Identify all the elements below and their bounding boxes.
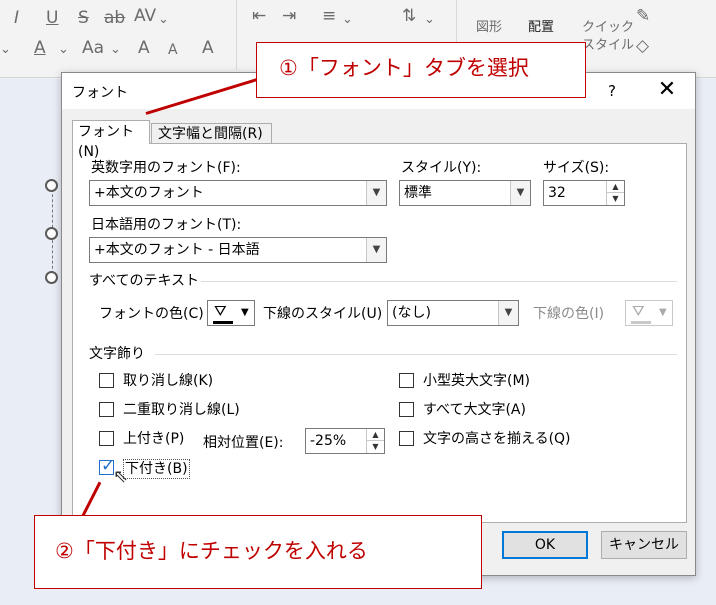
grow-font-icon[interactable]: A — [138, 38, 150, 58]
ribbon-separator — [236, 0, 237, 70]
paint-bucket-icon: ⛛ — [632, 302, 645, 320]
latin-font-select[interactable]: +本文のフォント ▼ — [89, 180, 387, 206]
cancel-button[interactable]: キャンセル — [601, 531, 687, 559]
offset-value: -25% — [310, 433, 347, 449]
offset-input[interactable]: -25% ▲ ▼ — [305, 428, 385, 454]
effects-group-label: 文字飾り — [89, 346, 145, 362]
clear-format-icon[interactable]: A — [202, 38, 214, 58]
strikethrough-checkbox[interactable] — [99, 373, 114, 388]
group-divider — [201, 281, 677, 282]
font-dialog: フォント ? ✕ フォント(N) 文字幅と間隔(R) 英数字用のフォント(F):… — [61, 72, 696, 576]
strikethrough-label[interactable]: 取り消し線(K) — [123, 372, 213, 390]
dialog-title: フォント — [72, 85, 128, 101]
all-caps-label[interactable]: すべて大文字(A) — [423, 401, 526, 419]
tab-character-spacing[interactable]: 文字幅と間隔(R) — [151, 123, 272, 144]
chevron-down-icon[interactable]: ▼ — [366, 181, 386, 205]
resize-handle[interactable] — [45, 227, 58, 240]
line-spacing-icon[interactable]: ≡ — [322, 6, 336, 26]
chevron-down-icon[interactable]: ⌄ — [158, 12, 169, 28]
annotation-step2: ②「下付き」にチェックを入れる — [34, 515, 482, 589]
subscript-checkbox[interactable]: ✓ — [99, 456, 115, 476]
small-caps-label[interactable]: 小型英大文字(M) — [423, 372, 530, 390]
underline-color-picker[interactable]: ⛛ ▼ — [625, 300, 673, 326]
text-direction-icon[interactable]: ⇅ — [402, 6, 416, 26]
increase-indent-icon[interactable]: ⇥ — [282, 6, 296, 26]
style-value: 標準 — [404, 185, 432, 201]
size-label: サイズ(S): — [543, 160, 610, 176]
equalize-height-checkbox[interactable] — [399, 431, 414, 446]
chevron-down-icon[interactable]: ⌄ — [0, 42, 11, 58]
change-case-icon[interactable]: Aa — [82, 38, 104, 58]
shape-fill-icon[interactable]: ✎ — [636, 6, 650, 26]
asian-font-select[interactable]: +本文のフォント - 日本語 ▼ — [89, 237, 387, 263]
underline-style-value: (なし) — [392, 305, 431, 321]
font-color-icon[interactable]: A — [34, 38, 46, 58]
latin-font-label: 英数字用のフォント(F): — [91, 160, 241, 176]
equalize-height-label[interactable]: 文字の高さを揃える(Q) — [423, 430, 571, 448]
shape-outline-icon[interactable]: ◇ — [636, 36, 649, 56]
all-text-group-label: すべてのテキスト — [89, 273, 200, 289]
quick-styles-label-2[interactable]: スタイル — [582, 38, 634, 54]
char-spacing-icon[interactable]: AV — [134, 6, 156, 26]
style-label: スタイル(Y): — [401, 160, 482, 176]
tab-font[interactable]: フォント(N) — [72, 120, 150, 160]
italic-icon[interactable]: I — [14, 8, 19, 28]
resize-handle[interactable] — [45, 271, 58, 284]
paint-bucket-icon: ⛛ — [214, 302, 227, 320]
size-value: 32 — [548, 185, 566, 201]
chevron-down-icon[interactable]: ▼ — [366, 238, 386, 262]
resize-handle[interactable] — [45, 179, 58, 192]
chevron-down-icon[interactable]: ▼ — [510, 181, 530, 205]
shrink-font-icon[interactable]: A — [168, 40, 178, 60]
decrease-indent-icon[interactable]: ⇤ — [252, 6, 266, 26]
double-strikethrough-label[interactable]: 二重取り消し線(L) — [123, 401, 240, 419]
superscript-label[interactable]: 上付き(P) — [123, 430, 184, 448]
chevron-down-icon[interactable]: ⌄ — [342, 12, 353, 28]
color-swatch — [631, 321, 651, 324]
arrange-label[interactable]: 配置 — [528, 20, 554, 36]
size-input[interactable]: 32 ▲ ▼ — [543, 180, 625, 206]
help-button[interactable]: ? — [602, 80, 622, 102]
asian-font-value: +本文のフォント - 日本語 — [94, 242, 260, 258]
font-color-picker[interactable]: ⛛ ▼ — [207, 300, 255, 326]
group-divider — [155, 354, 677, 355]
close-button[interactable]: ✕ — [655, 79, 679, 103]
font-color-label: フォントの色(C) — [99, 306, 204, 322]
quick-styles-label[interactable]: クイック — [582, 20, 634, 36]
annotation-step1: ①「フォント」タブを選択 — [256, 42, 586, 98]
ok-button[interactable]: OK — [502, 531, 588, 559]
chevron-down-icon[interactable]: ⌄ — [424, 12, 435, 28]
all-caps-checkbox[interactable] — [399, 402, 414, 417]
style-select[interactable]: 標準 ▼ — [399, 180, 531, 206]
strikethrough-icon[interactable]: S — [78, 8, 89, 28]
size-spinner[interactable]: ▲ ▼ — [606, 181, 624, 205]
underline-style-label: 下線のスタイル(U) — [263, 306, 383, 322]
subscript-label[interactable]: 下付き(B) — [123, 459, 190, 479]
chevron-down-icon[interactable]: ▼ — [498, 301, 518, 325]
asian-font-label: 日本語用のフォント(T): — [91, 217, 242, 233]
offset-label: 相対位置(E): — [203, 435, 284, 451]
color-swatch — [213, 321, 233, 324]
underline-icon[interactable]: U — [46, 8, 58, 28]
underline-style-select[interactable]: (なし) ▼ — [387, 300, 519, 326]
chevron-down-icon[interactable]: ⌄ — [110, 42, 121, 58]
offset-spinner[interactable]: ▲ ▼ — [366, 429, 384, 453]
chevron-down-icon: ▼ — [659, 307, 667, 318]
chevron-down-icon[interactable]: ⌄ — [58, 42, 69, 58]
font-tab-panel: 英数字用のフォント(F): +本文のフォント ▼ スタイル(Y): 標準 ▼ サ… — [72, 143, 687, 523]
mouse-cursor-icon: ⇖ — [113, 466, 129, 487]
latin-font-value: +本文のフォント — [94, 185, 204, 201]
chevron-down-icon: ▼ — [241, 307, 249, 318]
superscript-checkbox[interactable] — [99, 431, 114, 446]
shadow-text-icon[interactable]: ab — [104, 8, 125, 28]
small-caps-checkbox[interactable] — [399, 373, 414, 388]
shapes-label[interactable]: 図形 — [476, 20, 502, 36]
underline-color-label: 下線の色(I) — [533, 306, 605, 322]
double-strikethrough-checkbox[interactable] — [99, 402, 114, 417]
